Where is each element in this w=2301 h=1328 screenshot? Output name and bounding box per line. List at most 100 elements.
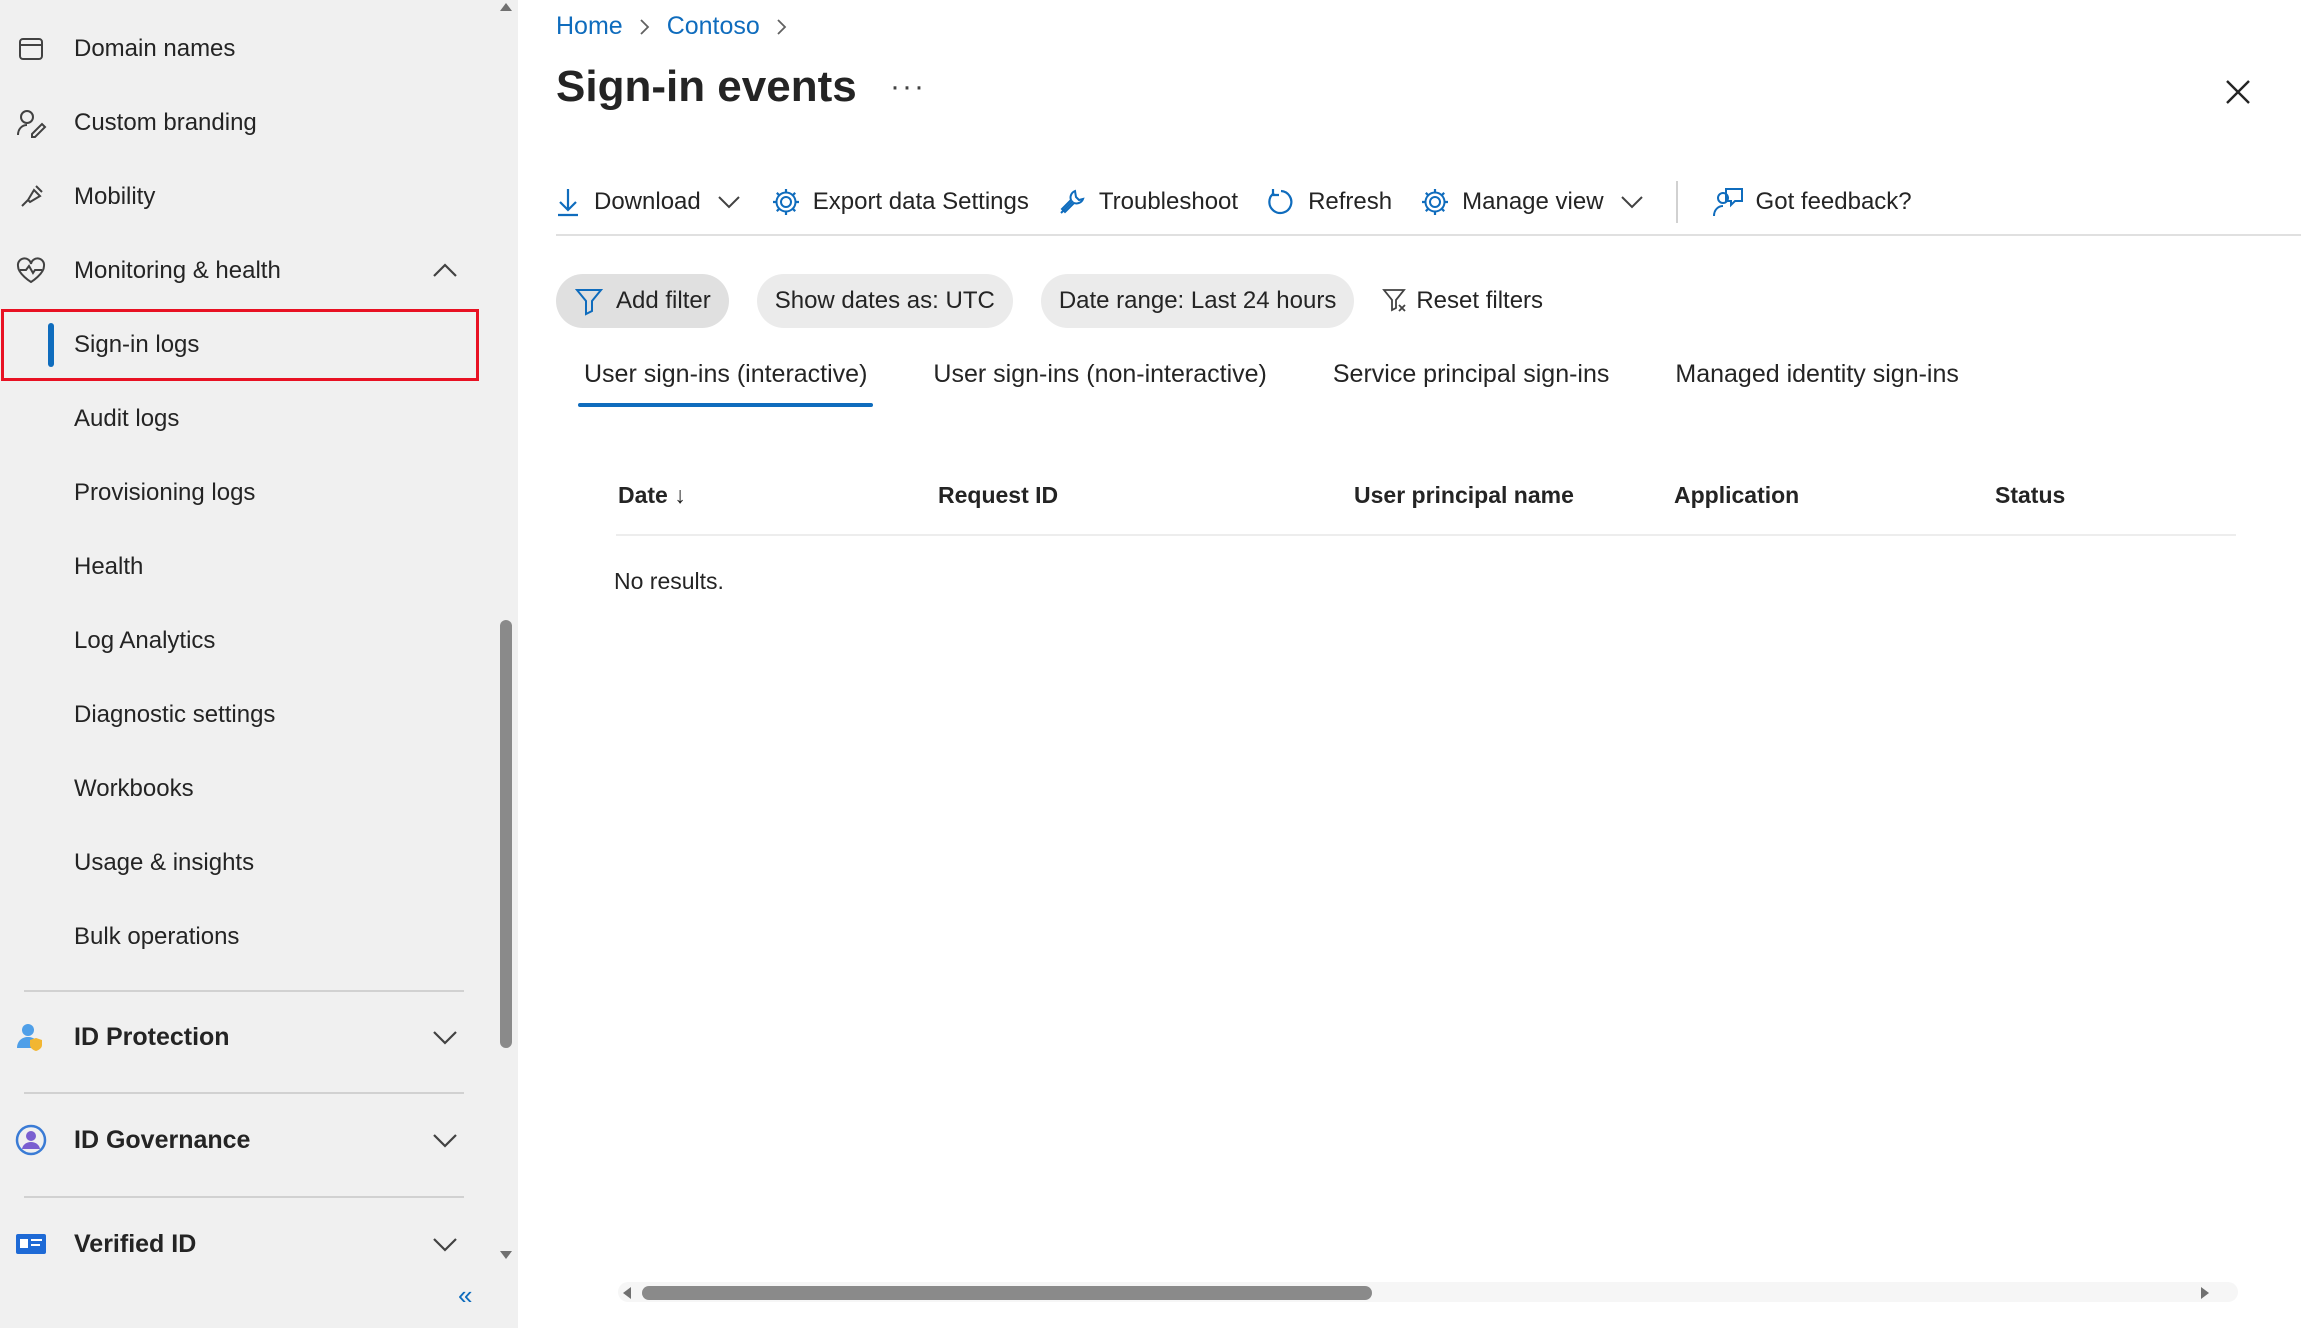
manage-view-label: Manage view — [1462, 188, 1604, 215]
table-header: Date ↓ Request ID User principal name Ap… — [614, 474, 2214, 534]
sidebar-item-label: Mobility — [74, 183, 156, 210]
sidebar-group-label: ID Governance — [74, 1125, 251, 1154]
collapse-sidebar-button[interactable]: « — [458, 1280, 472, 1311]
column-header-date[interactable]: Date ↓ — [618, 482, 686, 509]
sidebar-item-custom-branding[interactable]: Custom branding — [0, 86, 470, 160]
breadcrumb-home[interactable]: Home — [556, 12, 623, 41]
sidebar-item-label: Domain names — [74, 35, 236, 62]
sidebar-group-verified-id[interactable]: Verified ID — [0, 1207, 470, 1281]
main-pane: Home Contoso Sign-in events ··· Download… — [518, 0, 2301, 1328]
toolbar-separator — [1675, 181, 1678, 223]
chevron-down-icon[interactable] — [428, 1227, 462, 1261]
tab-user-sign-ins-interactive[interactable]: User sign-ins (interactive) — [577, 360, 874, 407]
refresh-icon — [1268, 189, 1293, 215]
show-dates-pill[interactable]: Show dates as: UTC — [756, 274, 1013, 328]
filter-bar: Add filter Show dates as: UTC Date range… — [556, 274, 1543, 328]
scroll-up-arrow-icon[interactable] — [498, 0, 514, 14]
sidebar-group-id-protection[interactable]: ID Protection — [0, 1000, 470, 1074]
sidebar-item-label: Health — [74, 553, 144, 580]
sidebar-item-label: Diagnostic settings — [74, 701, 276, 728]
sidebar-item-audit-logs[interactable]: Audit logs — [0, 382, 470, 456]
page-title: Sign-in events — [556, 62, 857, 111]
gear-icon — [772, 189, 799, 215]
chevron-down-icon — [1620, 196, 1643, 209]
column-header-application[interactable]: Application — [1674, 482, 1799, 509]
tab-user-sign-ins-non-interactive[interactable]: User sign-ins (non-interactive) — [933, 360, 1266, 407]
toolbar-divider — [556, 234, 2301, 236]
scroll-down-arrow-icon[interactable] — [498, 1248, 514, 1262]
sidebar-item-log-analytics[interactable]: Log Analytics — [0, 604, 470, 678]
scroll-left-arrow-icon[interactable] — [620, 1285, 634, 1301]
chevron-down-icon[interactable] — [428, 1123, 462, 1157]
sidebar-item-label: Usage & insights — [74, 849, 255, 876]
download-button[interactable]: Download — [554, 186, 743, 218]
reset-filters-label: Reset filters — [1416, 287, 1544, 314]
gear-icon — [1422, 189, 1449, 215]
show-dates-label: Show dates as: UTC — [774, 287, 995, 314]
sidebar-divider — [24, 1196, 464, 1198]
refresh-button[interactable]: Refresh — [1266, 187, 1392, 217]
sign-in-tabs: User sign-ins (interactive) User sign-in… — [577, 360, 2025, 407]
chevron-right-icon — [777, 18, 787, 35]
sign-in-logs-highlight-box — [1, 309, 479, 381]
close-icon[interactable] — [2222, 76, 2254, 108]
export-label: Export data Settings — [812, 188, 1029, 215]
tab-service-principal-sign-ins[interactable]: Service principal sign-ins — [1333, 360, 1610, 407]
scroll-right-arrow-icon[interactable] — [2198, 1285, 2212, 1301]
sidebar-item-label: Workbooks — [74, 775, 194, 802]
got-feedback-button[interactable]: Got feedback? — [1712, 186, 1912, 218]
tab-managed-identity-sign-ins[interactable]: Managed identity sign-ins — [1675, 360, 1959, 407]
sidebar-item-usage-insights[interactable]: Usage & insights — [0, 826, 470, 900]
column-header-user-principal-name[interactable]: User principal name — [1354, 482, 1574, 509]
id-protection-icon — [17, 1024, 42, 1051]
troubleshoot-button[interactable]: Troubleshoot — [1057, 187, 1238, 217]
sidebar-item-diagnostic-settings[interactable]: Diagnostic settings — [0, 678, 470, 752]
sidebar-item-provisioning-logs[interactable]: Provisioning logs — [0, 456, 470, 530]
feedback-label: Got feedback? — [1755, 188, 1912, 215]
sidebar-divider — [24, 990, 464, 992]
sidebar-item-label: Audit logs — [74, 405, 180, 432]
empty-state-message: No results. — [614, 568, 724, 594]
table-header-divider — [616, 534, 2236, 536]
refresh-label: Refresh — [1308, 188, 1393, 215]
date-range-label: Date range: Last 24 hours — [1058, 287, 1337, 314]
wrench-icon — [1060, 189, 1085, 214]
breadcrumb: Home Contoso — [556, 12, 804, 41]
sidebar-item-label: Bulk operations — [74, 923, 240, 950]
command-bar: Download Export data Settings Troublesho… — [554, 176, 1940, 228]
sidebar-item-label: Monitoring & health — [74, 257, 281, 284]
manage-view-button[interactable]: Manage view — [1420, 187, 1645, 217]
chevron-up-icon[interactable] — [428, 254, 462, 288]
more-options-button[interactable]: ··· — [890, 70, 926, 104]
sidebar-group-label: Verified ID — [74, 1229, 197, 1258]
chevron-down-icon — [718, 196, 740, 209]
sidebar-item-mobility[interactable]: Mobility — [0, 160, 470, 234]
sidebar-item-bulk-operations[interactable]: Bulk operations — [0, 900, 470, 974]
sidebar-item-monitoring-health[interactable]: Monitoring & health — [0, 234, 470, 308]
reset-filters-button[interactable]: Reset filters — [1382, 287, 1543, 315]
breadcrumb-contoso[interactable]: Contoso — [667, 12, 760, 41]
sidebar-item-domain-names[interactable]: Domain names — [0, 12, 470, 86]
sidebar-divider — [24, 1092, 464, 1094]
horizontal-scroll-thumb[interactable] — [642, 1286, 1372, 1300]
filter-icon — [574, 289, 604, 316]
heart-pulse-icon — [16, 257, 46, 284]
mobility-icon — [21, 185, 43, 207]
feedback-icon — [1712, 188, 1743, 217]
sidebar-item-workbooks[interactable]: Workbooks — [0, 752, 470, 826]
export-data-settings-button[interactable]: Export data Settings — [771, 187, 1029, 217]
sidebar-scroll-thumb[interactable] — [500, 620, 512, 1048]
download-label: Download — [594, 188, 701, 215]
filter-clear-icon — [1382, 289, 1407, 312]
branding-icon — [17, 110, 47, 138]
column-header-status[interactable]: Status — [1995, 482, 2065, 509]
sidebar-item-health[interactable]: Health — [0, 530, 470, 604]
chevron-down-icon[interactable] — [428, 1020, 462, 1054]
date-range-pill[interactable]: Date range: Last 24 hours — [1040, 274, 1355, 328]
add-filter-button[interactable]: Add filter — [556, 274, 729, 328]
column-header-request-id[interactable]: Request ID — [938, 482, 1058, 509]
id-governance-icon — [15, 1124, 47, 1156]
sidebar-group-id-governance[interactable]: ID Governance — [0, 1103, 470, 1177]
troubleshoot-label: Troubleshoot — [1098, 188, 1239, 215]
sidebar-item-label: Log Analytics — [74, 627, 216, 654]
